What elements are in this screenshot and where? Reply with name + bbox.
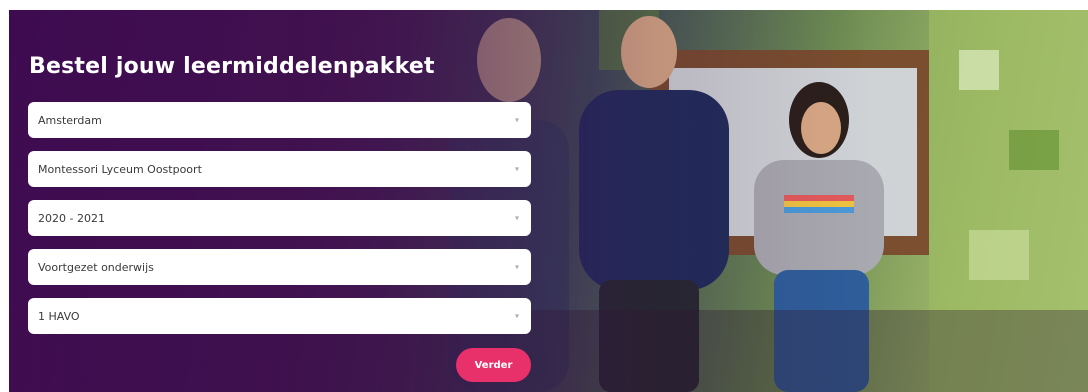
next-button[interactable]: Verder [456,348,531,382]
order-form: Amsterdam ▾ Montessori Lyceum Oostpoort … [28,102,531,347]
school-select[interactable]: Montessori Lyceum Oostpoort ▾ [28,151,531,187]
school-year-select[interactable]: 2020 - 2021 ▾ [28,200,531,236]
chevron-down-icon: ▾ [514,213,519,223]
education-type-select[interactable]: Voortgezet onderwijs ▾ [28,249,531,285]
city-select-value: Amsterdam [38,113,102,127]
school-year-select-value: 2020 - 2021 [38,211,105,225]
class-level-select[interactable]: 1 HAVO ▾ [28,298,531,334]
city-select[interactable]: Amsterdam ▾ [28,102,531,138]
page-title: Bestel jouw leermiddelenpakket [29,54,435,79]
chevron-down-icon: ▾ [514,311,519,321]
chevron-down-icon: ▾ [514,164,519,174]
chevron-down-icon: ▾ [514,262,519,272]
school-select-value: Montessori Lyceum Oostpoort [38,162,202,176]
education-type-select-value: Voortgezet onderwijs [38,260,154,274]
hero-banner: Bestel jouw leermiddelenpakket Amsterdam… [9,10,1088,392]
chevron-down-icon: ▾ [514,115,519,125]
class-level-select-value: 1 HAVO [38,309,80,323]
